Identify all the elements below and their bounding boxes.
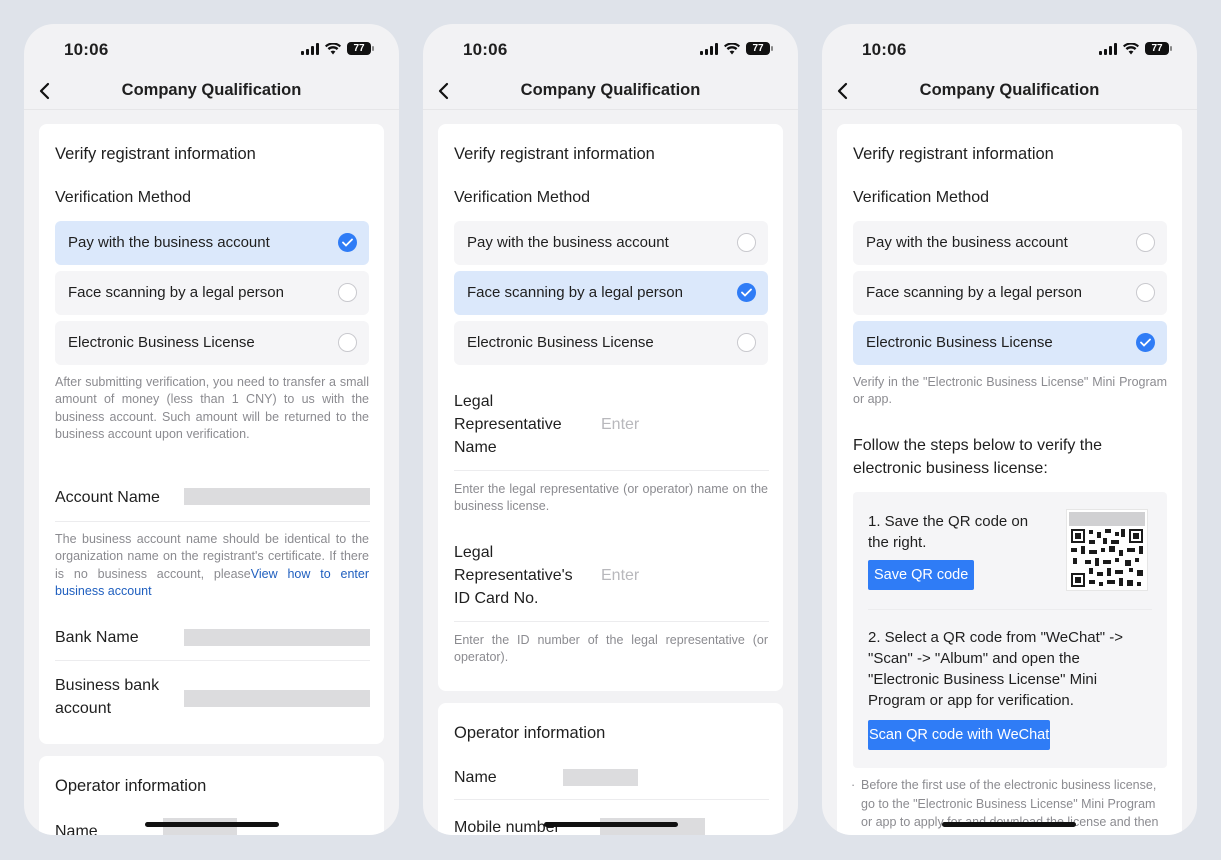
step-2-text: 2. Select a QR code from "WeChat" -> "Sc… — [868, 629, 1124, 709]
method-label: Verification Method — [454, 189, 591, 206]
legal-name-label: Legal Representative Name — [454, 393, 562, 456]
option-face-scanning[interactable]: Face scanning by a legal person — [853, 271, 1167, 315]
radio-empty-icon — [737, 333, 756, 352]
bank-name-label: Bank Name — [55, 629, 139, 646]
status-time: 10:06 — [463, 40, 508, 59]
step-1-text: 1. Save the QR code on the right. — [868, 513, 1029, 551]
option-face-scanning[interactable]: Face scanning by a legal person — [55, 271, 369, 315]
option-pay-business-account[interactable]: Pay with the business account — [454, 221, 768, 265]
wifi-icon — [724, 42, 740, 55]
divider — [454, 470, 769, 471]
nav-bar: Company Qualification — [822, 74, 1197, 110]
status-bar: 10:06 77 — [423, 24, 798, 74]
cellular-signal-icon — [1099, 42, 1117, 55]
method-label: Verification Method — [853, 189, 990, 206]
divider — [55, 660, 370, 661]
checkmark-icon — [338, 233, 357, 252]
wifi-icon — [325, 42, 341, 55]
status-time: 10:06 — [64, 40, 109, 59]
radio-empty-icon — [1136, 283, 1155, 302]
account-name-value-masked[interactable] — [184, 488, 370, 505]
id-card-hint: Enter the ID number of the legal represe… — [454, 633, 768, 665]
method-label: Verification Method — [55, 189, 192, 206]
status-time: 10:06 — [862, 40, 907, 59]
verify-title: Verify registrant information — [853, 145, 1054, 163]
option-pay-business-account[interactable]: Pay with the business account — [55, 221, 369, 265]
scan-qr-wechat-button[interactable]: Scan QR code with WeChat — [868, 720, 1051, 750]
bank-name-value-masked[interactable] — [184, 629, 370, 646]
save-qr-code-button[interactable]: Save QR code — [868, 560, 975, 590]
verify-title: Verify registrant information — [454, 145, 655, 163]
wifi-icon — [1123, 42, 1139, 55]
radio-empty-icon — [1136, 233, 1155, 252]
operator-name-masked[interactable] — [563, 769, 638, 786]
account-name-label: Account Name — [55, 489, 160, 506]
divider — [454, 621, 769, 622]
bank-account-value-masked[interactable] — [184, 690, 370, 707]
radio-empty-icon — [737, 233, 756, 252]
phone-screen-pay-business-account: 10:06 77 Company Qualification Verify re… — [24, 24, 399, 835]
account-name-hint: The business account name should be iden… — [55, 532, 370, 598]
phone-screen-face-scanning: 10:06 77 Company Qualification Verify re… — [423, 24, 798, 835]
option-face-scanning[interactable]: Face scanning by a legal person — [454, 271, 768, 315]
verify-title: Verify registrant information — [55, 145, 256, 163]
page-title: Company Qualification — [121, 81, 302, 99]
divider — [454, 799, 769, 800]
option-electronic-license[interactable]: Electronic Business License — [853, 321, 1167, 365]
radio-empty-icon — [338, 333, 357, 352]
status-bar: 10:06 77 — [822, 24, 1197, 74]
radio-empty-icon — [338, 283, 357, 302]
option-pay-business-account[interactable]: Pay with the business account — [853, 221, 1167, 265]
operator-card: Operator information Name Mobile number — [438, 703, 783, 835]
operator-name-label: Name — [454, 769, 497, 786]
qr-code-image — [1066, 509, 1148, 591]
nav-bar: Company Qualification — [24, 74, 399, 110]
follow-steps-text: Follow the steps below to verify the ele… — [853, 437, 1103, 477]
divider — [868, 609, 1152, 610]
id-card-input[interactable]: Enter — [601, 567, 639, 585]
divider — [55, 521, 370, 522]
status-bar: 10:06 77 — [24, 24, 399, 74]
cellular-signal-icon — [301, 42, 319, 55]
battery-icon: 77 — [746, 42, 773, 55]
page-title: Company Qualification — [919, 81, 1100, 99]
page-title: Company Qualification — [520, 81, 701, 99]
battery-icon: 77 — [347, 42, 374, 55]
verify-card: Verify registrant information Verificati… — [837, 124, 1182, 835]
steps-box: 1. Save the QR code on the right. Save Q… — [853, 492, 1167, 768]
bank-account-label: Business bank account — [55, 677, 160, 717]
transfer-hint: After submitting verification, you need … — [55, 375, 369, 441]
option-electronic-license[interactable]: Electronic Business License — [454, 321, 768, 365]
option-electronic-license[interactable]: Electronic Business License — [55, 321, 369, 365]
verify-card: Verify registrant information Verificati… — [438, 124, 783, 691]
license-verify-hint: Verify in the "Electronic Business Licen… — [853, 375, 1167, 407]
operator-title: Operator information — [454, 724, 606, 742]
battery-icon: 77 — [1145, 42, 1172, 55]
checkmark-icon — [737, 283, 756, 302]
cellular-signal-icon — [700, 42, 718, 55]
checkmark-icon — [1136, 333, 1155, 352]
home-indicator — [145, 822, 279, 827]
nav-bar: Company Qualification — [423, 74, 798, 110]
legal-name-hint: Enter the legal representative (or opera… — [454, 482, 768, 514]
operator-name-label: Name — [55, 823, 98, 835]
id-card-label: Legal Representative's ID Card No. — [454, 544, 573, 607]
legal-name-input[interactable]: Enter — [601, 416, 639, 434]
phone-screen-electronic-license: 10:06 77 Company Qualification Verify re… — [822, 24, 1197, 835]
verify-card: Verify registrant information Verificati… — [39, 124, 384, 744]
home-indicator — [544, 822, 678, 827]
operator-title: Operator information — [55, 777, 207, 795]
home-indicator — [942, 822, 1076, 827]
